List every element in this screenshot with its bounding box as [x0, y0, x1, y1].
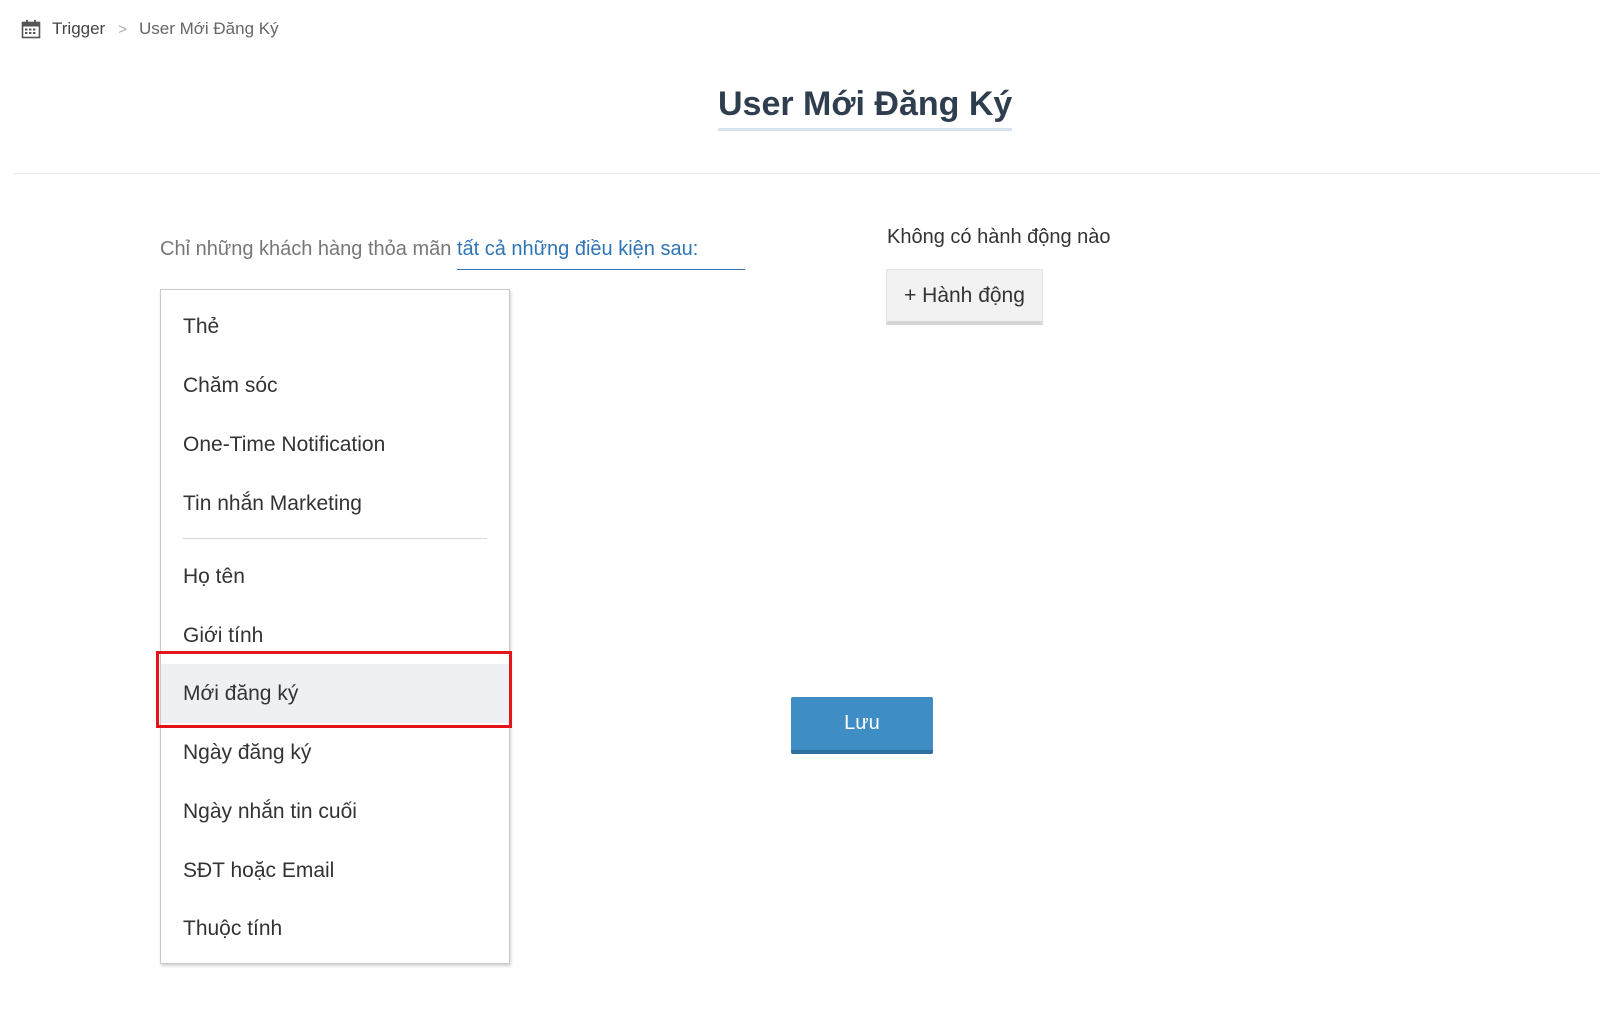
breadcrumb-trigger-link[interactable]: Trigger — [52, 19, 105, 39]
dropdown-item[interactable]: One-Time Notification — [161, 415, 509, 474]
dropdown-item[interactable]: Thuộc tính — [161, 899, 509, 958]
condition-match-selector[interactable]: tất cả những điều kiện sau: — [456, 238, 745, 270]
dropdown-item[interactable]: Thẻ — [161, 297, 509, 356]
breadcrumb: Trigger > User Mới Đăng Ký — [21, 17, 279, 41]
dropdown-item[interactable]: Ngày nhắn tin cuối — [161, 782, 509, 841]
dropdown-separator — [183, 538, 487, 539]
breadcrumb-separator: > — [118, 20, 127, 38]
dropdown-item[interactable]: Tin nhắn Marketing — [161, 474, 509, 533]
condition-prefix: Chỉ những khách hàng thỏa mãn — [160, 238, 452, 260]
dropdown-item[interactable]: Giới tính — [161, 606, 509, 665]
dropdown-item[interactable]: Họ tên — [161, 547, 509, 606]
page-title[interactable]: User Mới Đăng Ký — [718, 82, 1013, 131]
calendar-icon — [21, 19, 41, 39]
dropdown-item[interactable]: SĐT hoặc Email — [161, 841, 509, 900]
no-action-text: Không có hành động nào — [887, 226, 1111, 248]
breadcrumb-current: User Mới Đăng Ký — [138, 19, 279, 38]
dropdown-item[interactable]: Chăm sóc — [161, 356, 509, 415]
dropdown-item-highlighted[interactable]: Mới đăng ký — [161, 664, 509, 723]
condition-dropdown: Thẻ Chăm sóc One-Time Notification Tin n… — [160, 289, 510, 964]
header-divider — [14, 173, 1600, 174]
dropdown-item[interactable]: Ngày đăng ký — [161, 723, 509, 782]
condition-line: Chỉ những khách hàng thỏa mãn tất cả nhữ… — [160, 238, 745, 270]
add-action-button[interactable]: + Hành động — [886, 269, 1043, 325]
save-button[interactable]: Lưu — [791, 697, 933, 754]
